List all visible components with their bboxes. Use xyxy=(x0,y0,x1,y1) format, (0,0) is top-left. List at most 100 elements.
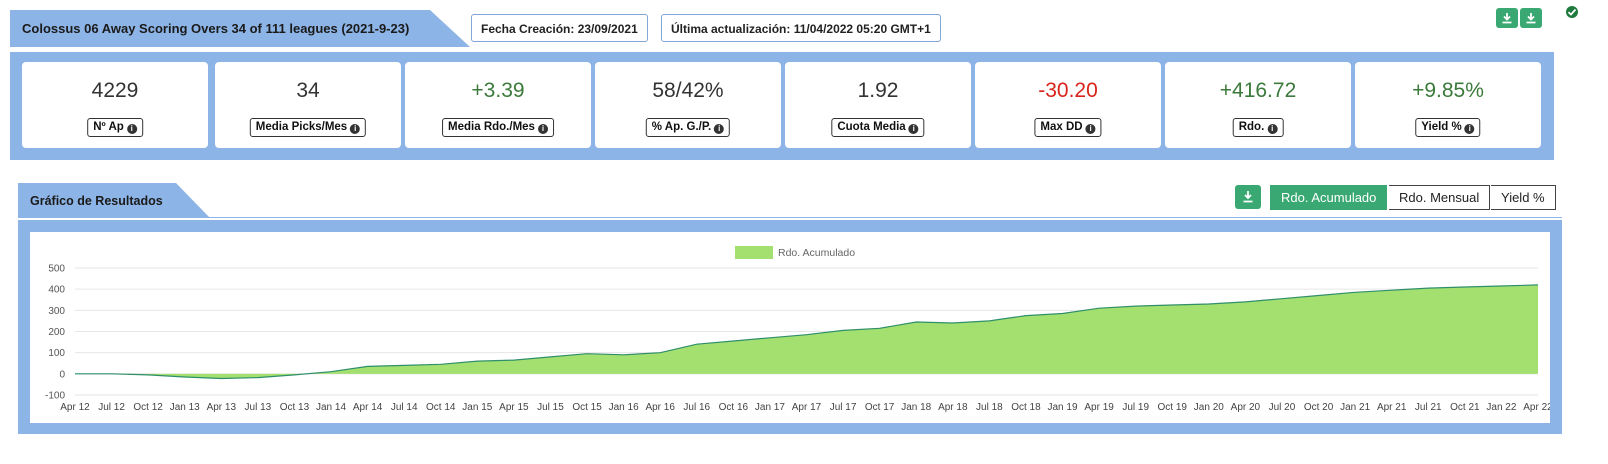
x-tick-label: Jul 20 xyxy=(1269,402,1296,413)
download-icon xyxy=(1243,191,1253,203)
kpi-label-text: Media Picks/Mes xyxy=(255,121,348,133)
download-icon xyxy=(1502,13,1512,24)
x-tick-label: Jul 12 xyxy=(98,402,125,413)
y-tick-label: 0 xyxy=(59,369,65,380)
kpi-label[interactable]: Nº Ap i xyxy=(87,118,143,137)
info-icon: i xyxy=(350,124,361,134)
kpi-label-text: Cuota Media xyxy=(837,121,906,133)
kpi-card-avg-odds: 1.92 Cuota Media i xyxy=(785,62,971,148)
x-tick-label: Jul 16 xyxy=(683,402,710,413)
x-tick-label: Oct 21 xyxy=(1450,402,1480,413)
chart-container: -100 0 100 200 300 400 500 Apr 12 Jul 12 Oct 12 J… xyxy=(30,232,1553,423)
x-tick-label: Jul 18 xyxy=(976,402,1003,413)
x-tick-label: Jan 13 xyxy=(170,402,200,413)
kpi-label-text: Media Rdo./Mes xyxy=(448,121,535,133)
x-tick-label: Oct 13 xyxy=(280,402,310,413)
x-tick-label: Oct 14 xyxy=(426,402,456,413)
kpi-label[interactable]: Rdo. i xyxy=(1232,118,1284,137)
y-tick-label: 300 xyxy=(48,306,65,317)
info-icon: i xyxy=(714,124,725,134)
check-icon xyxy=(1564,4,1580,20)
y-tick-label: 500 xyxy=(48,264,65,275)
kpi-label[interactable]: Media Picks/Mes i xyxy=(249,118,367,137)
x-tick-label: Apr 17 xyxy=(792,402,822,413)
kpi-value: 34 xyxy=(296,79,320,102)
x-tick-label: Jan 20 xyxy=(1194,402,1224,413)
x-tick-label: Apr 20 xyxy=(1231,402,1261,413)
strategy-title-tab: Colossus 06 Away Scoring Overs 34 of 111… xyxy=(10,10,470,47)
kpi-card-avg-result-month: +3.39 Media Rdo./Mes i xyxy=(405,62,591,148)
kpi-label[interactable]: Cuota Media i xyxy=(831,118,925,137)
x-tick-label: Jan 14 xyxy=(316,402,346,413)
x-tick-label: Jul 13 xyxy=(245,402,272,413)
kpi-card-max-drawdown: -30.20 Max DD i xyxy=(975,62,1161,148)
kpi-label[interactable]: Yield % i xyxy=(1415,118,1481,137)
chart-section-tab: Gráfico de Resultados xyxy=(18,183,210,218)
kpi-value: +416.72 xyxy=(1219,79,1297,102)
strategy-title: Colossus 06 Away Scoring Overs 34 of 111… xyxy=(22,21,410,36)
x-tick-label: Apr 14 xyxy=(353,402,383,413)
x-tick-label: Oct 19 xyxy=(1158,402,1188,413)
kpi-value: +3.39 xyxy=(471,79,525,102)
kpi-label-text: % Ap. G./P. xyxy=(651,121,712,133)
info-icon: i xyxy=(1085,124,1096,134)
kpi-value: -30.20 xyxy=(1038,79,1098,102)
kpi-band: 4229 Nº Ap i 34 Media Picks/Mes i +3.39 Me… xyxy=(10,52,1554,160)
x-tick-label: Apr 12 xyxy=(60,402,90,413)
kpi-label-text: Yield % xyxy=(1421,121,1462,133)
x-tick-label: Jul 17 xyxy=(830,402,857,413)
y-tick-label: 100 xyxy=(48,348,65,359)
x-tick-label: Oct 12 xyxy=(133,402,163,413)
x-tick-label: Apr 16 xyxy=(645,402,675,413)
kpi-label[interactable]: % Ap. G./P. i xyxy=(645,118,731,137)
chart-frame: -100 0 100 200 300 400 500 Apr 12 Jul 12 Oct 12 J… xyxy=(18,220,1562,434)
x-tick-label: Apr 13 xyxy=(207,402,237,413)
kpi-label-text: Nº Ap xyxy=(93,121,124,133)
x-tick-label: Apr 15 xyxy=(499,402,529,413)
toggle-rdo-mensual[interactable]: Rdo. Mensual xyxy=(1389,185,1491,210)
kpi-card-result: +416.72 Rdo. i xyxy=(1165,62,1351,148)
divider xyxy=(18,217,1562,218)
y-tick-label: 400 xyxy=(48,285,65,296)
x-tick-label: Oct 15 xyxy=(572,402,602,413)
x-tick-label: Jul 14 xyxy=(391,402,418,413)
kpi-value: +9.85% xyxy=(1412,79,1484,102)
info-icon: i xyxy=(1267,124,1278,134)
kpi-value: 58/42% xyxy=(652,79,724,102)
chart-section-title: Gráfico de Resultados xyxy=(30,194,163,208)
toggle-rdo-acumulado[interactable]: Rdo. Acumulado xyxy=(1270,185,1388,210)
kpi-card-num-picks: 4229 Nº Ap i xyxy=(22,62,208,148)
x-tick-label: Apr 19 xyxy=(1084,402,1114,413)
info-icon: i xyxy=(537,124,548,134)
x-tick-label: Jan 16 xyxy=(609,402,639,413)
x-tick-label: Apr 22 xyxy=(1523,402,1550,413)
legend-swatch xyxy=(735,246,773,259)
legend-label: Rdo. Acumulado xyxy=(778,247,855,259)
x-tick-label: Oct 17 xyxy=(865,402,895,413)
toggle-yield[interactable]: Yield % xyxy=(1491,185,1556,210)
x-tick-label: Jan 17 xyxy=(755,402,785,413)
x-tick-label: Jul 15 xyxy=(537,402,564,413)
kpi-label-text: Max DD xyxy=(1040,121,1083,133)
info-icon: i xyxy=(1464,124,1475,134)
x-tick-label: Jan 21 xyxy=(1340,402,1370,413)
x-tick-label: Oct 20 xyxy=(1304,402,1334,413)
x-tick-label: Apr 21 xyxy=(1377,402,1407,413)
x-tick-label: Jan 19 xyxy=(1048,402,1078,413)
download-button[interactable] xyxy=(1496,8,1518,28)
chart-download-button[interactable] xyxy=(1235,185,1261,209)
kpi-card-yield: +9.85% Yield % i xyxy=(1355,62,1541,148)
x-tick-label: Oct 16 xyxy=(719,402,749,413)
x-tick-label: Jan 15 xyxy=(462,402,492,413)
info-icon: i xyxy=(126,124,137,134)
kpi-card-win-loss: 58/42% % Ap. G./P. i xyxy=(595,62,781,148)
creation-date: Fecha Creación: 23/09/2021 xyxy=(471,14,648,42)
download-verified-button[interactable] xyxy=(1520,8,1542,28)
x-tick-label: Apr 18 xyxy=(938,402,968,413)
kpi-label[interactable]: Max DD i xyxy=(1034,118,1102,137)
info-icon: i xyxy=(908,124,919,134)
results-chart: -100 0 100 200 300 400 500 Apr 12 Jul 12 Oct 12 J… xyxy=(45,246,1553,413)
kpi-label[interactable]: Media Rdo./Mes i xyxy=(442,118,554,137)
x-tick-label: Jan 22 xyxy=(1486,402,1516,413)
x-tick-label: Jul 19 xyxy=(1122,402,1149,413)
